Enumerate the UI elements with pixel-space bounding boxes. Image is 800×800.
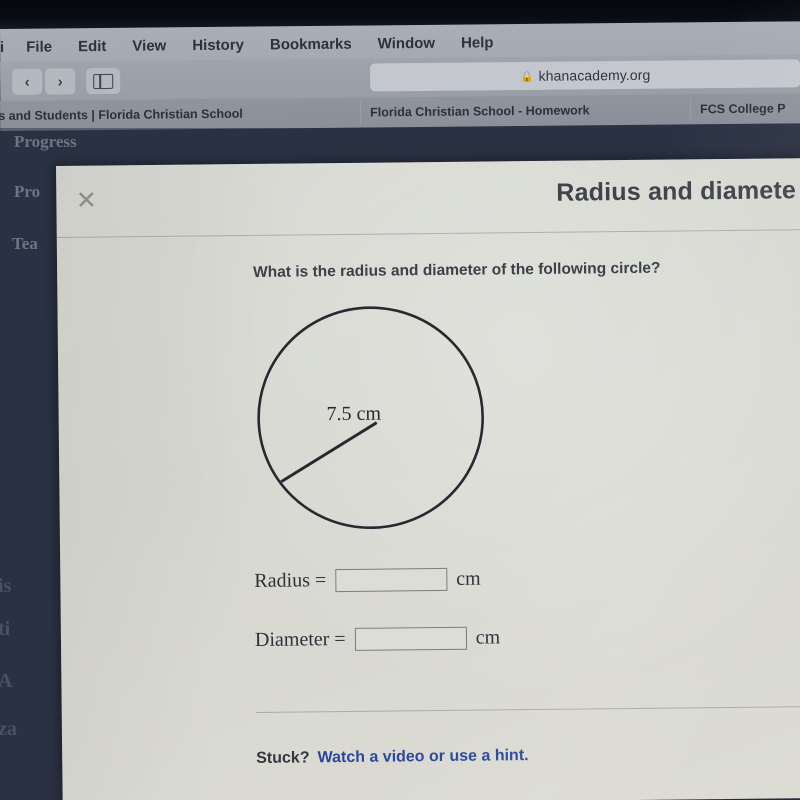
stuck-label: Stuck? — [256, 749, 310, 767]
background-nav-progress-partial: Pro — [14, 182, 41, 201]
answer-row-radius: Radius = cm — [254, 568, 481, 593]
background-fragment-3: A — [0, 670, 13, 692]
diameter-label-text: Diameter = — [254, 627, 346, 651]
radius-unit: cm — [456, 567, 481, 590]
sidebar-toggle-button[interactable] — [86, 67, 121, 95]
menu-item-apple-safari[interactable]: ri — [0, 38, 4, 55]
modal-header: ✕ Radius and diamete — [56, 158, 800, 238]
address-bar-url: khanacademy.org — [538, 66, 651, 84]
footer-divider — [255, 706, 800, 713]
forward-button[interactable]: › — [45, 68, 76, 95]
menu-item-history[interactable]: History — [192, 36, 244, 53]
close-icon[interactable]: ✕ — [71, 186, 101, 216]
menu-item-window[interactable]: Window — [378, 34, 436, 52]
chevron-right-icon: › — [57, 72, 63, 90]
background-fragment-4: za — [0, 718, 17, 740]
diameter-input[interactable] — [354, 626, 467, 651]
tab-fcs-college[interactable]: FCS College P — [700, 95, 786, 122]
radius-label: 7.5 cm — [326, 402, 382, 426]
background-fragment-1: is — [0, 575, 12, 597]
tab-separator — [689, 97, 692, 122]
menu-item-edit[interactable]: Edit — [78, 37, 107, 54]
radius-label-text: Radius = — [254, 569, 327, 592]
diameter-unit: cm — [475, 626, 501, 649]
answer-row-diameter: Diameter = cm — [255, 626, 500, 652]
chevron-left-icon: ‹ — [24, 73, 30, 91]
hint-link[interactable]: Watch a video or use a hint. — [317, 747, 528, 767]
sidebar-toggle-icon — [93, 73, 114, 89]
tab-separator — [360, 100, 362, 125]
radius-line — [280, 421, 378, 483]
stuck-section: Stuck? Watch a video or use a hint. — [256, 747, 529, 768]
radius-input[interactable] — [335, 567, 448, 593]
background-nav-teacher-partial: Tea — [12, 234, 38, 253]
menu-item-help[interactable]: Help — [461, 34, 494, 51]
screen-photo: ri File Edit View History Bookmarks Wind… — [0, 0, 800, 800]
modal-title: Radius and diamete — [556, 176, 797, 207]
background-fragment-2: ti — [0, 618, 11, 640]
tab-strip: ts and Students | Florida Christian Scho… — [0, 93, 800, 131]
tab-florida-christian-students[interactable]: ts and Students | Florida Christian Scho… — [0, 101, 243, 129]
tab-florida-christian-homework[interactable]: Florida Christian School - Homework — [370, 97, 590, 125]
menu-item-view[interactable]: View — [132, 37, 166, 54]
lock-icon: 🔒 — [519, 70, 534, 83]
exercise-modal: ✕ Radius and diamete What is the radius … — [56, 158, 800, 800]
circle-figure: 7.5 cm — [247, 301, 510, 549]
question-text: What is the radius and diameter of the f… — [253, 259, 661, 281]
address-bar[interactable]: 🔒 khanacademy.org — [370, 59, 800, 92]
background-nav-progress: Progress — [14, 132, 77, 151]
menu-item-file[interactable]: File — [26, 38, 52, 55]
menu-item-bookmarks[interactable]: Bookmarks — [270, 35, 352, 53]
back-button[interactable]: ‹ — [12, 68, 43, 95]
